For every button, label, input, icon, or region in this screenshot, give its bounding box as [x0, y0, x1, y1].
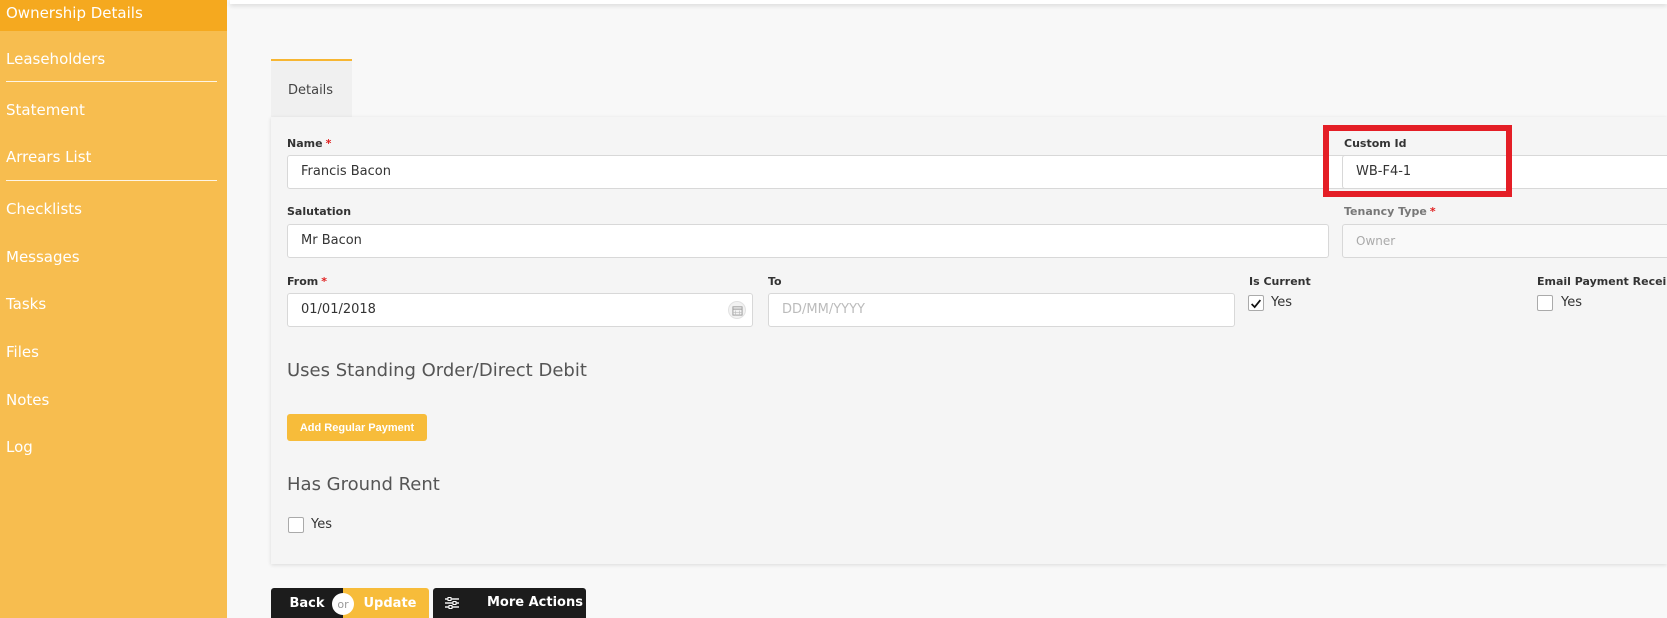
calendar-icon-glyph	[731, 305, 743, 316]
sliders-icon	[445, 597, 459, 609]
to-date-input[interactable]: DD/MM/YYYY	[768, 293, 1235, 327]
salutation-input[interactable]: Mr Bacon	[287, 224, 1329, 258]
sidebar-item-log[interactable]: Log	[6, 438, 33, 456]
more-actions-button[interactable]: More Actions	[433, 588, 586, 618]
is-current-option: Yes	[1271, 295, 1292, 310]
checkmark-icon	[1251, 299, 1262, 309]
name-label: Name *	[287, 137, 332, 150]
standing-order-title: Uses Standing Order/Direct Debit	[287, 360, 587, 381]
email-payment-receipt-label: Email Payment Receipt	[1537, 275, 1667, 288]
tenancy-type-label: Tenancy Type *	[1344, 205, 1436, 218]
top-header-bar	[230, 0, 1667, 4]
sidebar-divider	[6, 180, 217, 181]
from-label: From *	[287, 275, 328, 288]
ground-rent-checkbox[interactable]	[288, 517, 304, 533]
sidebar-item-statement[interactable]: Statement	[6, 101, 85, 119]
sidebar-item-arrears-list[interactable]: Arrears List	[6, 148, 91, 166]
sidebar-item-leaseholders[interactable]: Leaseholders	[6, 50, 105, 68]
sidebar-divider	[6, 81, 217, 82]
tenancy-type-select[interactable]: Owner	[1342, 224, 1667, 258]
sidebar: Ownership Details Leaseholders Statement…	[0, 0, 227, 618]
calendar-icon[interactable]	[728, 301, 746, 319]
ground-rent-option: Yes	[311, 517, 332, 532]
email-payment-receipt-checkbox[interactable]	[1537, 295, 1553, 311]
update-button[interactable]: Update	[343, 588, 429, 618]
tab-details[interactable]: Details	[271, 59, 352, 117]
name-input[interactable]: Francis Bacon	[287, 155, 1347, 189]
sidebar-item-files[interactable]: Files	[6, 343, 39, 361]
from-date-value: 01/01/2018	[301, 302, 376, 317]
highlight-box	[1323, 125, 1512, 197]
sidebar-item-notes[interactable]: Notes	[6, 391, 49, 409]
sidebar-item-ownership-details[interactable]: Ownership Details	[6, 4, 143, 22]
sidebar-item-messages[interactable]: Messages	[6, 248, 80, 266]
email-payment-receipt-option: Yes	[1561, 295, 1582, 310]
tab-label: Details	[288, 83, 334, 98]
sidebar-item-checklists[interactable]: Checklists	[6, 200, 82, 218]
is-current-checkbox[interactable]	[1248, 295, 1264, 311]
add-regular-payment-button[interactable]: Add Regular Payment	[287, 414, 427, 441]
more-actions-label: More Actions	[487, 595, 583, 610]
is-current-label: Is Current	[1249, 275, 1311, 288]
to-label: To	[768, 275, 782, 288]
from-date-input[interactable]: 01/01/2018	[287, 293, 753, 327]
sidebar-item-tasks[interactable]: Tasks	[6, 295, 46, 313]
salutation-label: Salutation	[287, 205, 352, 218]
ground-rent-title: Has Ground Rent	[287, 474, 440, 495]
or-separator: or	[332, 593, 354, 615]
